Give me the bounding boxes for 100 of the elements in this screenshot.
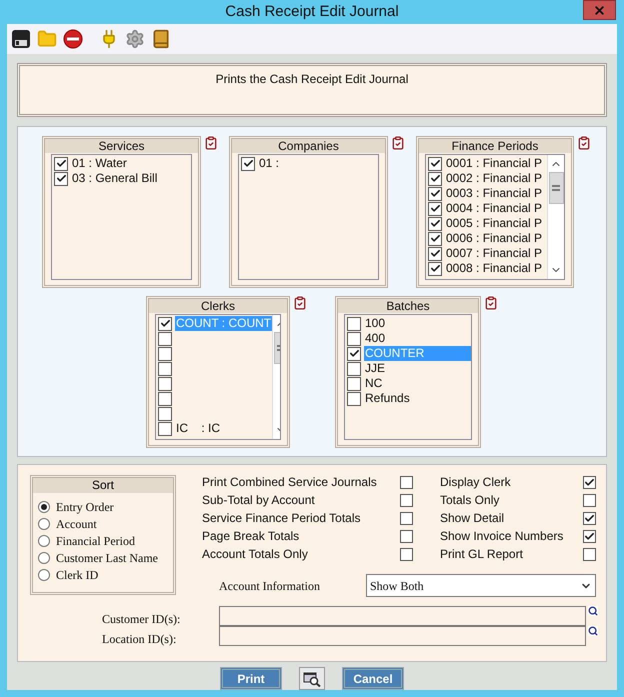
close-icon [593, 4, 606, 16]
save-icon[interactable] [11, 29, 31, 49]
id-input-field[interactable] [219, 606, 586, 626]
check-icon [584, 512, 595, 524]
checkbox[interactable] [347, 362, 361, 376]
checkbox[interactable] [400, 548, 413, 560]
checkbox[interactable] [241, 156, 255, 170]
list-item[interactable]: 03 : General Bill [71, 171, 158, 186]
checkbox[interactable] [583, 530, 596, 542]
action-button[interactable]: Cancel [342, 667, 404, 690]
account-information-select[interactable]: Show Both [366, 574, 596, 597]
list-item[interactable]: Refunds [364, 391, 411, 406]
radio-button[interactable] [38, 518, 50, 530]
check-icon [430, 248, 440, 259]
list-item[interactable]: 0004 : Financial P [445, 201, 544, 216]
checkbox[interactable] [158, 376, 172, 390]
checkbox[interactable] [400, 476, 413, 488]
field-label: Location ID(s): [102, 630, 178, 648]
checkbox[interactable] [347, 346, 361, 360]
check-icon [430, 263, 440, 274]
checkbox[interactable] [347, 392, 361, 406]
list-item[interactable]: 0006 : Financial P [445, 231, 544, 246]
field-label: Customer ID(s): [102, 610, 182, 628]
checkbox[interactable] [583, 476, 596, 488]
select-all-icon[interactable] [577, 136, 591, 150]
checkbox[interactable] [158, 332, 172, 346]
radio-option[interactable]: Entry Order [38, 498, 173, 515]
radio-button[interactable] [38, 568, 50, 580]
scrollbar[interactable] [547, 155, 564, 279]
check-icon [430, 173, 440, 184]
checkbox[interactable] [158, 392, 172, 406]
checkbox[interactable] [428, 202, 442, 216]
radio-button[interactable] [38, 534, 50, 546]
checkbox[interactable] [347, 332, 361, 346]
list-item[interactable]: 0007 : Financial P [445, 246, 544, 261]
checkbox[interactable] [583, 494, 596, 506]
book-icon[interactable] [151, 29, 171, 49]
checkbox[interactable] [54, 172, 68, 186]
preview-button[interactable] [299, 667, 325, 690]
radio-button[interactable] [38, 552, 50, 564]
list-item[interactable]: NC [364, 376, 384, 391]
list-item[interactable]: 01 : Water [71, 156, 128, 171]
search-icon[interactable] [588, 626, 598, 636]
checkbox[interactable] [428, 172, 442, 186]
window-title: Cash Receipt Edit Journal [225, 2, 399, 22]
checkbox[interactable] [54, 156, 68, 170]
option-label: Show Detail [440, 510, 506, 527]
checkbox[interactable] [583, 512, 596, 524]
checkbox[interactable] [158, 406, 172, 420]
checkbox[interactable] [158, 346, 172, 360]
option-label: Show Invoice Numbers [440, 528, 564, 545]
checkbox[interactable] [400, 512, 413, 524]
radio-option[interactable]: Customer Last Name [38, 549, 173, 566]
option-label: Sub-Total by Account [202, 492, 316, 509]
checkbox[interactable] [428, 246, 442, 260]
id-input-field[interactable] [219, 626, 586, 646]
select-all-icon[interactable] [204, 136, 218, 150]
list-item[interactable]: 0003 : Financial P [445, 186, 544, 201]
checkbox[interactable] [428, 232, 442, 246]
select-all-icon[interactable] [484, 296, 498, 310]
list-title: Clerks [149, 299, 287, 313]
checkbox[interactable] [583, 548, 596, 560]
list-item[interactable]: 100 [364, 316, 386, 331]
checkbox[interactable] [158, 362, 172, 376]
account-information-label: Account Information [219, 578, 321, 594]
checkbox[interactable] [347, 316, 361, 330]
option-label: Print GL Report [440, 546, 524, 563]
gear-icon[interactable] [125, 29, 145, 49]
option-label: Account Totals Only [202, 546, 309, 563]
stop-icon[interactable] [63, 29, 83, 49]
radio-option[interactable]: Financial Period [38, 532, 173, 549]
scroll-thumb[interactable] [548, 172, 564, 204]
list-item[interactable]: 0001 : Financial P [445, 156, 544, 171]
checkbox[interactable] [428, 186, 442, 200]
checkbox[interactable] [428, 216, 442, 230]
check-icon [242, 158, 254, 169]
checkbox[interactable] [347, 376, 361, 390]
select-all-icon[interactable] [293, 296, 307, 310]
radio-option[interactable]: Account [38, 515, 173, 532]
close-button[interactable] [583, 0, 616, 20]
radio-option[interactable]: Clerk ID [38, 566, 173, 583]
radio-button[interactable] [38, 500, 50, 512]
select-all-icon[interactable] [391, 136, 405, 150]
list-item[interactable]: 0008 : Financial P [445, 261, 544, 276]
list-item[interactable]: 01 : [258, 156, 280, 171]
list-item[interactable]: 0005 : Financial P [445, 216, 544, 231]
list-item[interactable]: JJE [364, 361, 386, 376]
action-button[interactable]: Print [220, 667, 282, 690]
checkbox[interactable] [428, 262, 442, 276]
checkbox[interactable] [158, 316, 172, 330]
list-item[interactable]: 400 [364, 331, 386, 346]
checkbox[interactable] [428, 156, 442, 170]
list-title: Companies [232, 139, 385, 153]
list-item[interactable]: 0002 : Financial P [445, 171, 544, 186]
checkbox[interactable] [400, 494, 413, 506]
checkbox[interactable] [400, 530, 413, 542]
checkbox[interactable] [158, 422, 172, 436]
list-item[interactable]: IC : IC [175, 421, 222, 436]
search-icon[interactable] [588, 606, 598, 616]
check-icon [430, 233, 440, 244]
